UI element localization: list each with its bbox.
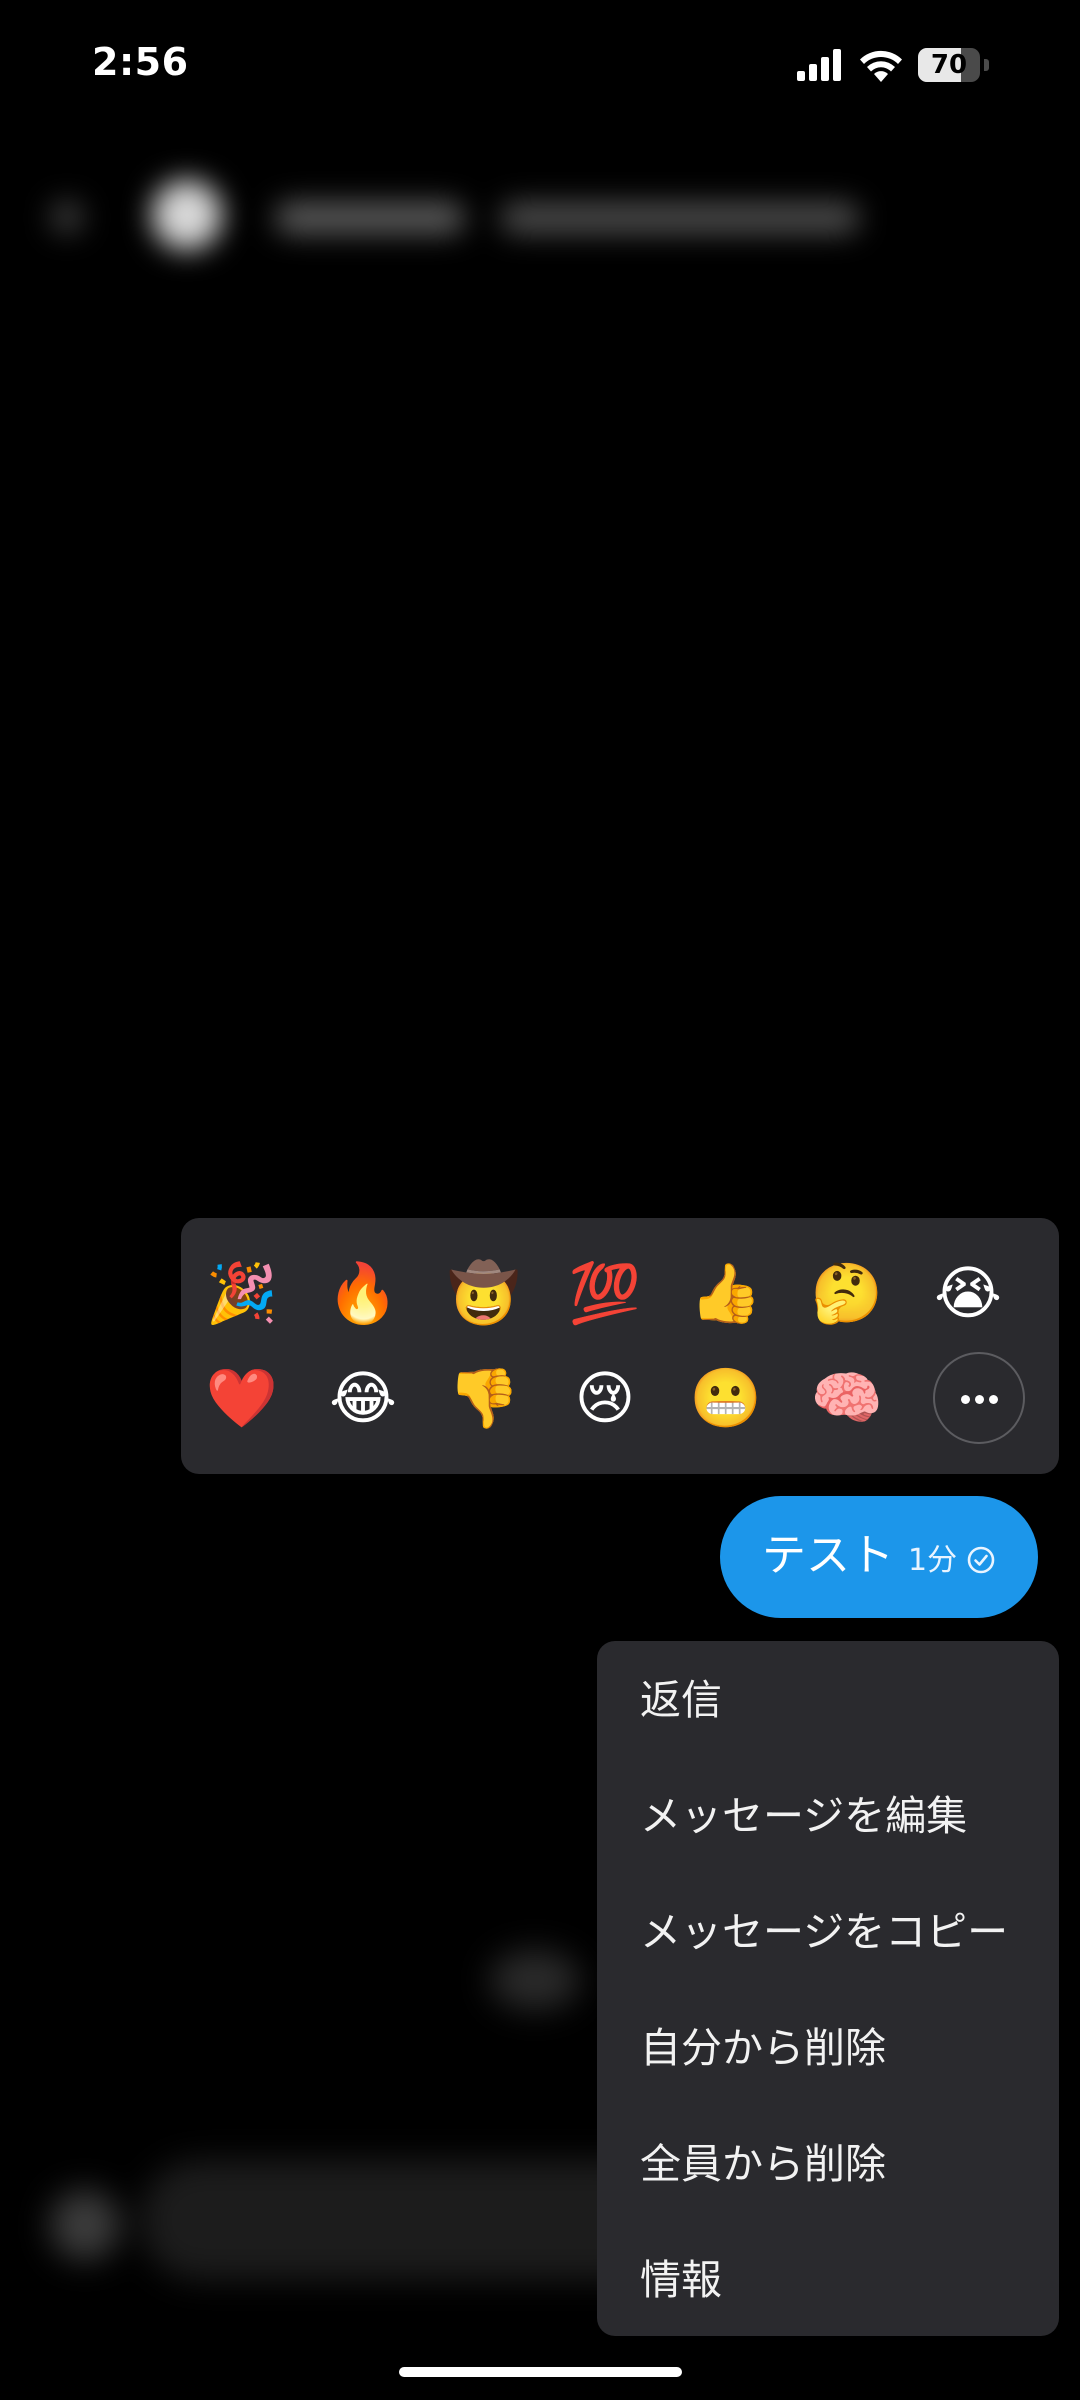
reaction-emoji-row2-2[interactable]: 😂 xyxy=(318,1353,408,1443)
battery-body: 70 xyxy=(918,48,980,82)
blurred-subtitle xyxy=(500,202,860,234)
reaction-emoji-row2-6[interactable]: 🧠 xyxy=(802,1353,892,1443)
home-indicator xyxy=(399,2367,682,2377)
status-bar: 2:56 70 xyxy=(0,0,1080,130)
avatar xyxy=(152,180,222,250)
message-time: 1分 xyxy=(908,1543,958,1578)
reaction-emoji-row1-4[interactable]: 💯 xyxy=(560,1248,650,1338)
reaction-emoji-row2-3[interactable]: 👎 xyxy=(439,1353,529,1443)
menu-item-copy-message[interactable]: メッセージをコピー xyxy=(597,1873,1059,1989)
menu-item-label: 自分から削除 xyxy=(640,2024,886,2072)
reaction-emoji-row1-1[interactable]: 🎉 xyxy=(197,1248,287,1338)
reaction-emoji-row2-5[interactable]: 😬 xyxy=(681,1353,771,1443)
menu-item-delete-for-me[interactable]: 自分から削除 xyxy=(597,1989,1059,2105)
more-reactions-button[interactable] xyxy=(933,1352,1025,1444)
signal-icon xyxy=(797,49,841,81)
menu-item-label: メッセージを編集 xyxy=(640,1792,968,1840)
sent-check-icon xyxy=(967,1546,995,1574)
message-context-menu: 返信メッセージを編集 メッセージをコピー 自分から削除 全員から削除 情報 xyxy=(597,1641,1059,2336)
more-horizontal-icon xyxy=(975,1395,984,1404)
reaction-emoji-row1-3[interactable]: 🤠 xyxy=(439,1248,529,1338)
more-horizontal-icon xyxy=(961,1395,970,1404)
menu-item-reply[interactable]: 返信 xyxy=(597,1641,1059,1757)
reaction-emoji-row1-7[interactable]: 😭 xyxy=(923,1248,1013,1338)
reaction-emoji-row1-5[interactable]: 👍 xyxy=(681,1248,771,1338)
blurred-attach-icon xyxy=(50,2190,120,2260)
blurred-title xyxy=(275,202,465,234)
battery-icon: 70 xyxy=(918,48,989,82)
blurred-chat-content xyxy=(0,1880,700,2300)
reaction-emoji-row2-4[interactable]: 😢 xyxy=(560,1353,650,1443)
reaction-emoji-row1-6[interactable]: 🤔 xyxy=(802,1248,892,1338)
reaction-picker: 🎉 🔥 🤠 💯 👍 🤔 😭 ❤️ 😂 👎 😢 😬 🧠 xyxy=(181,1218,1059,1474)
battery-level: 70 xyxy=(930,50,968,80)
reaction-emoji-row1-2[interactable]: 🔥 xyxy=(318,1248,408,1338)
blurred-bubble xyxy=(490,1950,580,2010)
menu-item-label: 情報 xyxy=(640,2256,722,2304)
battery-cap xyxy=(984,59,989,71)
menu-item-info[interactable]: 情報 xyxy=(597,2221,1059,2337)
reaction-emoji-row2-1[interactable]: ❤️ xyxy=(197,1353,287,1443)
message-text: テスト xyxy=(762,1530,894,1581)
menu-item-label: 全員から削除 xyxy=(640,2140,886,2188)
menu-item-label: メッセージをコピー xyxy=(640,1908,1009,1956)
menu-item-edit-message[interactable]: メッセージを編集 xyxy=(597,1757,1059,1873)
message-bubble[interactable]: テスト 1分 xyxy=(720,1496,1038,1618)
menu-item-label: 返信 xyxy=(640,1676,722,1724)
more-horizontal-icon xyxy=(989,1395,998,1404)
wifi-icon xyxy=(860,50,902,82)
back-icon xyxy=(50,200,84,234)
menu-item-delete-for-everyone[interactable]: 全員から削除 xyxy=(597,2105,1059,2221)
blurred-chat-header xyxy=(20,160,920,270)
status-time: 2:56 xyxy=(92,40,189,84)
